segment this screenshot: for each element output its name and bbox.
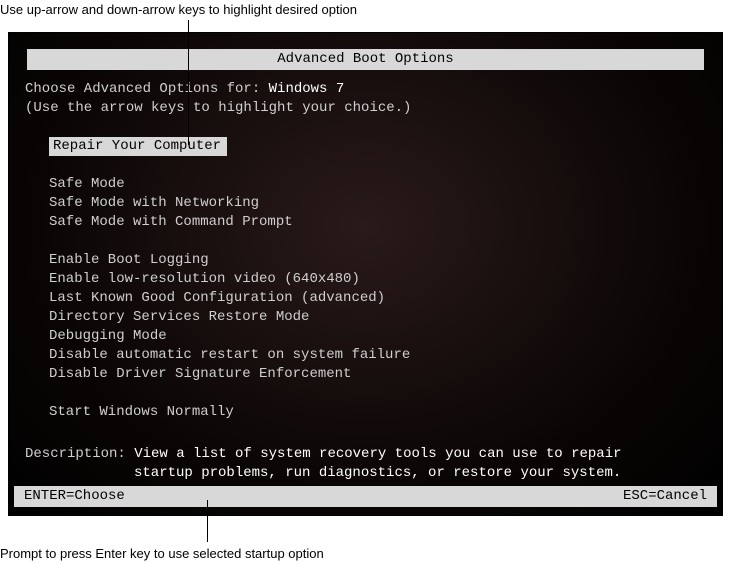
option-start-windows-normally[interactable]: Start Windows Normally	[25, 403, 706, 422]
title-bar: Advanced Boot Options	[27, 49, 704, 70]
description-label: Description:	[25, 446, 134, 462]
hint-line: (Use the arrow keys to highlight your ch…	[25, 99, 706, 118]
option-safe-mode[interactable]: Safe Mode	[25, 175, 706, 194]
annotation-line-top	[188, 20, 189, 145]
blank-row	[25, 118, 706, 137]
description-line1: View a list of system recovery tools you…	[134, 446, 621, 462]
blank-row	[25, 384, 706, 403]
body-area: Choose Advanced Options for: Windows 7 (…	[9, 76, 722, 483]
footer-esc[interactable]: ESC=Cancel	[623, 487, 707, 506]
os-name: Windows 7	[269, 81, 345, 97]
blank-row	[25, 232, 706, 251]
footer-enter[interactable]: ENTER=Choose	[24, 487, 125, 506]
option-disable-auto-restart[interactable]: Disable automatic restart on system fail…	[25, 346, 706, 365]
option-disable-driver-sig[interactable]: Disable Driver Signature Enforcement	[25, 365, 706, 384]
option-safe-mode-networking[interactable]: Safe Mode with Networking	[25, 194, 706, 213]
option-repair-your-computer[interactable]: Repair Your Computer	[25, 137, 706, 156]
option-enable-boot-logging[interactable]: Enable Boot Logging	[25, 251, 706, 270]
footer-bar: ENTER=Choose ESC=Cancel	[14, 486, 717, 507]
annotation-top: Use up-arrow and down-arrow keys to high…	[0, 2, 357, 17]
blank-row	[25, 422, 706, 441]
annotation-bottom: Prompt to press Enter key to use selecte…	[0, 546, 324, 561]
description-line2: startup problems, run diagnostics, or re…	[25, 464, 706, 483]
annotation-line-bottom	[207, 500, 208, 542]
description-block: Description: View a list of system recov…	[25, 445, 706, 483]
option-low-res-video[interactable]: Enable low-resolution video (640x480)	[25, 270, 706, 289]
option-last-known-good[interactable]: Last Known Good Configuration (advanced)	[25, 289, 706, 308]
choose-line: Choose Advanced Options for: Windows 7	[25, 80, 706, 99]
option-safe-mode-command-prompt[interactable]: Safe Mode with Command Prompt	[25, 213, 706, 232]
boot-screen: Advanced Boot Options Choose Advanced Op…	[8, 32, 723, 516]
option-directory-services-restore[interactable]: Directory Services Restore Mode	[25, 308, 706, 327]
choose-prefix: Choose Advanced Options for:	[25, 81, 269, 97]
option-debugging-mode[interactable]: Debugging Mode	[25, 327, 706, 346]
blank-row	[25, 156, 706, 175]
